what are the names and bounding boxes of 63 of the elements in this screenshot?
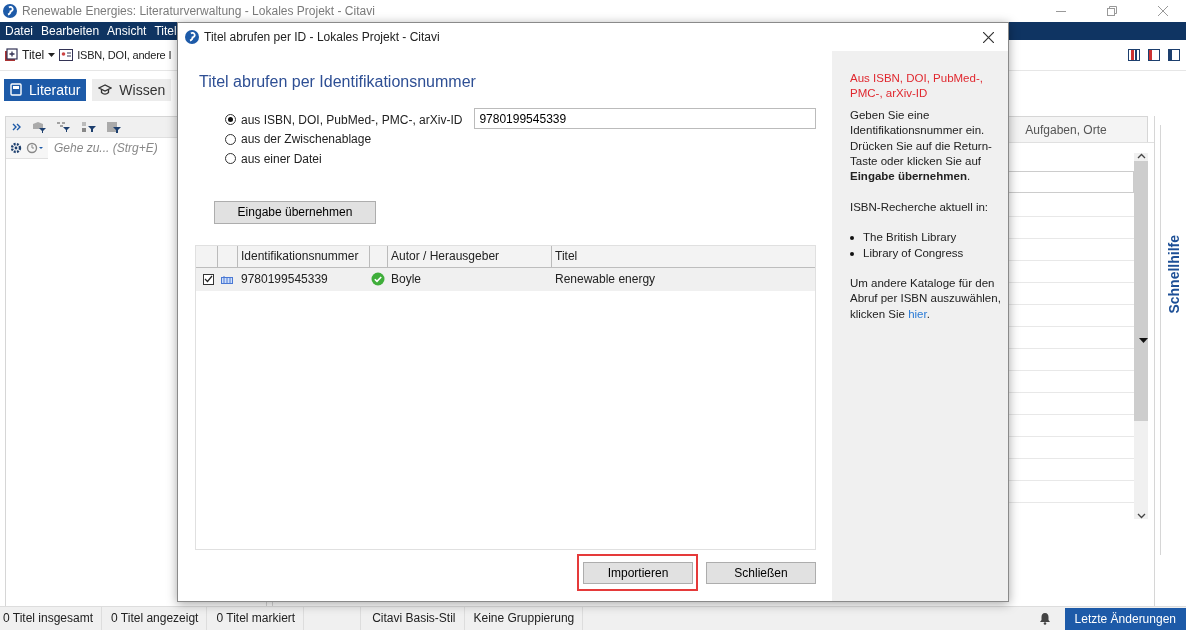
status-text: Keine Gruppierung	[470, 607, 584, 630]
menu-item[interactable]: Datei	[1, 24, 37, 38]
recent-changes-button[interactable]: Letzte Änderungen	[1064, 607, 1186, 630]
bullet-icon	[850, 251, 854, 256]
dialog-heading: Titel abrufen per Identifikationsnummer	[199, 73, 477, 91]
catalog-item: Library of Congress	[863, 246, 964, 259]
nav-tab[interactable]: Wissen	[92, 78, 172, 101]
app-logo-icon	[3, 4, 17, 18]
help-text: Um andere Kataloge für den Abruf per ISBN auszuwählen, klicken Sie hier.	[850, 276, 1002, 322]
filter-icon[interactable]	[106, 121, 122, 133]
menu-item[interactable]: Bearbeiten	[37, 24, 104, 38]
apply-input-button[interactable]: Eingabe übernehmen	[214, 200, 376, 224]
new-title-button[interactable]: Titel	[2, 46, 58, 64]
catalog-item: The British Library	[863, 231, 957, 244]
expand-icon[interactable]	[12, 123, 22, 131]
filter-icon[interactable]	[56, 121, 72, 133]
caret-icon[interactable]	[1139, 338, 1148, 343]
id-input-field[interactable]: 9780199545339	[474, 108, 816, 130]
scroll-up-icon[interactable]	[1136, 153, 1146, 159]
filter-icon[interactable]	[31, 121, 47, 133]
help-text: ISBN-Recherche aktuell in:	[850, 199, 990, 215]
filter-icon[interactable]	[81, 121, 97, 133]
dialog-button[interactable]: Schließen	[706, 562, 816, 584]
app-logo-icon	[185, 30, 199, 44]
nav-tab[interactable]: Literatur	[4, 78, 87, 101]
minimize-icon[interactable]	[1056, 10, 1066, 12]
window-title: Renewable Energies: Literaturverwaltung - Lokales Projekt - Citavi	[22, 4, 375, 18]
isbn-import-button[interactable]: ISBN, DOI, andere I	[57, 47, 174, 63]
table-cell-text: 9780199545339	[240, 271, 329, 288]
column-header[interactable]: Titel	[552, 245, 815, 267]
id-card-icon	[59, 49, 74, 61]
table-cell-text: Boyle	[390, 271, 423, 288]
add-title-icon	[4, 48, 18, 62]
layout-icon[interactable]	[1128, 49, 1140, 61]
dialog-button[interactable]: Importieren	[583, 562, 693, 584]
status-text: 0 Titel markiert	[213, 607, 305, 630]
status-text: Citavi Basis-Stil	[369, 607, 465, 630]
help-heading: Aus ISBN, DOI, PubMed-, PMC-, arXiv-ID	[850, 71, 984, 102]
status-text: 0 Titel angezeigt	[108, 607, 208, 630]
menu-item[interactable]: Ansicht	[103, 24, 151, 38]
column-header[interactable]: Autor / Herausgeber	[388, 245, 552, 267]
side-panel-tab[interactable]: Schnellhilfe	[1165, 235, 1182, 314]
isbn-icon	[221, 274, 233, 284]
column-header[interactable]: Identifikationsnummer	[238, 245, 370, 267]
catalog-link[interactable]: hier	[908, 307, 927, 320]
bell-icon[interactable]	[1038, 612, 1051, 625]
bullet-icon	[850, 236, 854, 241]
row-checkbox[interactable]	[203, 273, 214, 285]
menu-item[interactable]: Titel	[150, 24, 181, 38]
caret-icon	[48, 53, 56, 57]
restore-icon[interactable]	[1107, 6, 1117, 16]
radio-label[interactable]: aus ISBN, DOI, PubMed-, PMC-, arXiv-ID	[241, 112, 463, 127]
book-icon	[10, 83, 22, 96]
table-cell-text: Renewable energy	[554, 271, 657, 288]
graduation-cap-icon	[98, 83, 113, 96]
check-icon	[371, 272, 385, 286]
scroll-down-icon[interactable]	[1136, 513, 1146, 519]
layout-icon[interactable]	[1148, 49, 1160, 61]
settings-icon[interactable]	[10, 142, 22, 154]
dialog-title: Titel abrufen per ID - Lokales Projekt - Citavi	[204, 30, 440, 44]
close-icon[interactable]	[982, 31, 994, 43]
layout-icon[interactable]	[1168, 49, 1180, 61]
status-text: 0 Titel insgesamt	[0, 607, 103, 630]
